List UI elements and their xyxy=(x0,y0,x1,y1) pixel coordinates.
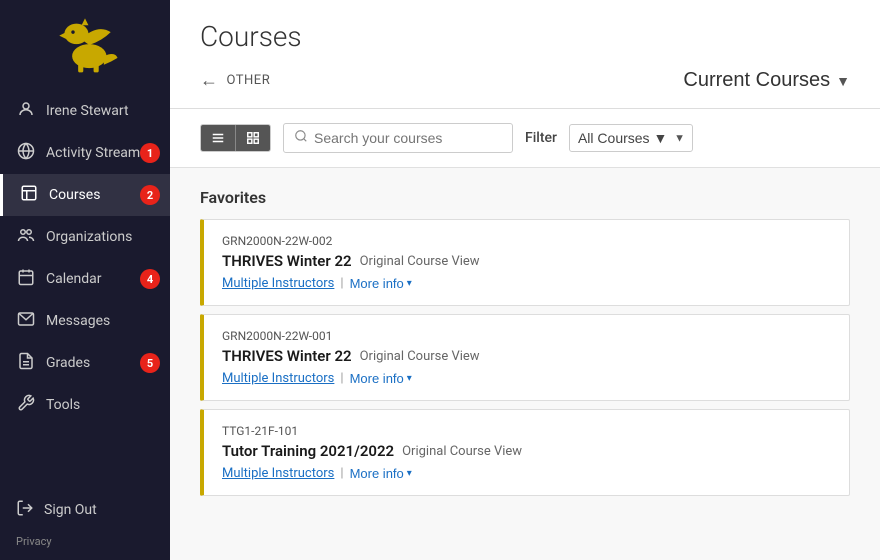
dropdown-chevron-icon: ▼ xyxy=(836,73,850,89)
meta-divider: | xyxy=(340,371,343,386)
calendar-icon xyxy=(16,268,36,290)
breadcrumb-bar: ← OTHER Current Courses ▼ xyxy=(200,69,850,92)
grades-badge: 5 xyxy=(140,353,160,373)
course-name-row: THRIVES Winter 22 Original Course View xyxy=(222,347,831,365)
courses-badge: 2 xyxy=(140,185,160,205)
courses-icon xyxy=(19,184,39,206)
current-courses-dropdown[interactable]: Current Courses ▼ xyxy=(683,69,850,92)
sign-out-button[interactable]: Sign Out xyxy=(0,489,170,531)
course-name: Tutor Training 2021/2022 xyxy=(222,442,394,460)
view-toggle xyxy=(200,124,271,152)
sidebar-navigation: Irene Stewart Activity Stream 1 Courses … xyxy=(0,90,170,489)
privacy-label: Privacy xyxy=(0,531,170,552)
activity-stream-badge: 1 xyxy=(140,143,160,163)
sidebar-bottom: Sign Out Privacy xyxy=(0,489,170,560)
sidebar-item-user[interactable]: Irene Stewart xyxy=(0,90,170,132)
course-card: TTG1-21F-101 Tutor Training 2021/2022 Or… xyxy=(200,409,850,496)
user-icon xyxy=(16,100,36,122)
search-input[interactable] xyxy=(314,130,502,146)
sidebar-item-messages[interactable]: Messages xyxy=(0,300,170,342)
search-box xyxy=(283,123,513,153)
sidebar-item-tools-label: Tools xyxy=(46,397,80,413)
course-code: GRN2000N-22W-001 xyxy=(222,329,831,343)
grid-view-button[interactable] xyxy=(236,125,270,151)
activity-stream-icon xyxy=(16,142,36,164)
course-type: Original Course View xyxy=(402,444,522,459)
sidebar-item-courses[interactable]: Courses 2 xyxy=(0,174,170,216)
sidebar-item-messages-label: Messages xyxy=(46,313,110,329)
current-courses-label: Current Courses xyxy=(683,69,830,92)
filter-select[interactable]: All Courses ▼ xyxy=(569,124,693,152)
filter-wrapper: All Courses ▼ ▼ xyxy=(569,124,693,152)
sidebar-item-calendar[interactable]: Calendar 4 xyxy=(0,258,170,300)
instructors-link[interactable]: Multiple Instructors xyxy=(222,371,334,386)
sidebar-item-organizations[interactable]: Organizations xyxy=(0,216,170,258)
course-name: THRIVES Winter 22 xyxy=(222,252,352,270)
logo-icon xyxy=(50,15,120,75)
sign-out-label: Sign Out xyxy=(44,502,97,518)
meta-divider: | xyxy=(340,466,343,481)
course-card: GRN2000N-22W-001 THRIVES Winter 22 Origi… xyxy=(200,314,850,401)
sidebar-item-user-label: Irene Stewart xyxy=(46,103,129,119)
course-code: TTG1-21F-101 xyxy=(222,424,831,438)
tools-icon xyxy=(16,394,36,416)
toolbar: Filter All Courses ▼ ▼ xyxy=(170,109,880,168)
sidebar: Irene Stewart Activity Stream 1 Courses … xyxy=(0,0,170,560)
search-icon xyxy=(294,129,308,147)
sidebar-item-activity-stream-label: Activity Stream xyxy=(46,145,140,161)
list-view-button[interactable] xyxy=(201,125,236,151)
sidebar-item-courses-label: Courses xyxy=(49,187,100,203)
sign-out-icon xyxy=(16,499,34,521)
sidebar-item-calendar-label: Calendar xyxy=(46,271,102,287)
favorites-title: Favorites xyxy=(200,188,850,207)
course-type: Original Course View xyxy=(360,349,480,364)
grades-icon xyxy=(16,352,36,374)
back-button[interactable]: ← xyxy=(200,70,219,91)
instructors-link[interactable]: Multiple Instructors xyxy=(222,466,334,481)
calendar-badge: 4 xyxy=(140,269,160,289)
course-meta: Multiple Instructors | More info ▾ xyxy=(222,466,831,481)
more-info-chevron-icon: ▾ xyxy=(407,373,412,384)
filter-label: Filter xyxy=(525,130,557,146)
courses-area: Favorites GRN2000N-22W-002 THRIVES Winte… xyxy=(170,168,880,560)
main-content: Courses ← OTHER Current Courses ▼ xyxy=(170,0,880,560)
more-info-button[interactable]: More info ▾ xyxy=(350,276,412,291)
course-list: GRN2000N-22W-002 THRIVES Winter 22 Origi… xyxy=(200,219,850,496)
sidebar-item-activity-stream[interactable]: Activity Stream 1 xyxy=(0,132,170,174)
page-title: Courses xyxy=(200,20,850,53)
sidebar-item-grades[interactable]: Grades 5 xyxy=(0,342,170,384)
course-meta: Multiple Instructors | More info ▾ xyxy=(222,371,831,386)
meta-divider: | xyxy=(340,276,343,291)
course-name-row: THRIVES Winter 22 Original Course View xyxy=(222,252,831,270)
course-code: GRN2000N-22W-002 xyxy=(222,234,831,248)
course-type: Original Course View xyxy=(360,254,480,269)
breadcrumb-label: OTHER xyxy=(227,73,271,88)
sidebar-logo xyxy=(0,0,170,90)
course-name: THRIVES Winter 22 xyxy=(222,347,352,365)
more-info-chevron-icon: ▾ xyxy=(407,468,412,479)
breadcrumb: ← OTHER xyxy=(200,70,270,91)
messages-icon xyxy=(16,310,36,332)
more-info-chevron-icon: ▾ xyxy=(407,278,412,289)
more-info-button[interactable]: More info ▾ xyxy=(350,466,412,481)
course-meta: Multiple Instructors | More info ▾ xyxy=(222,276,831,291)
instructors-link[interactable]: Multiple Instructors xyxy=(222,276,334,291)
sidebar-item-organizations-label: Organizations xyxy=(46,229,132,245)
more-info-button[interactable]: More info ▾ xyxy=(350,371,412,386)
sidebar-item-tools[interactable]: Tools xyxy=(0,384,170,426)
sidebar-item-grades-label: Grades xyxy=(46,355,90,371)
main-header: Courses ← OTHER Current Courses ▼ xyxy=(170,0,880,109)
course-card: GRN2000N-22W-002 THRIVES Winter 22 Origi… xyxy=(200,219,850,306)
organizations-icon xyxy=(16,226,36,248)
course-name-row: Tutor Training 2021/2022 Original Course… xyxy=(222,442,831,460)
